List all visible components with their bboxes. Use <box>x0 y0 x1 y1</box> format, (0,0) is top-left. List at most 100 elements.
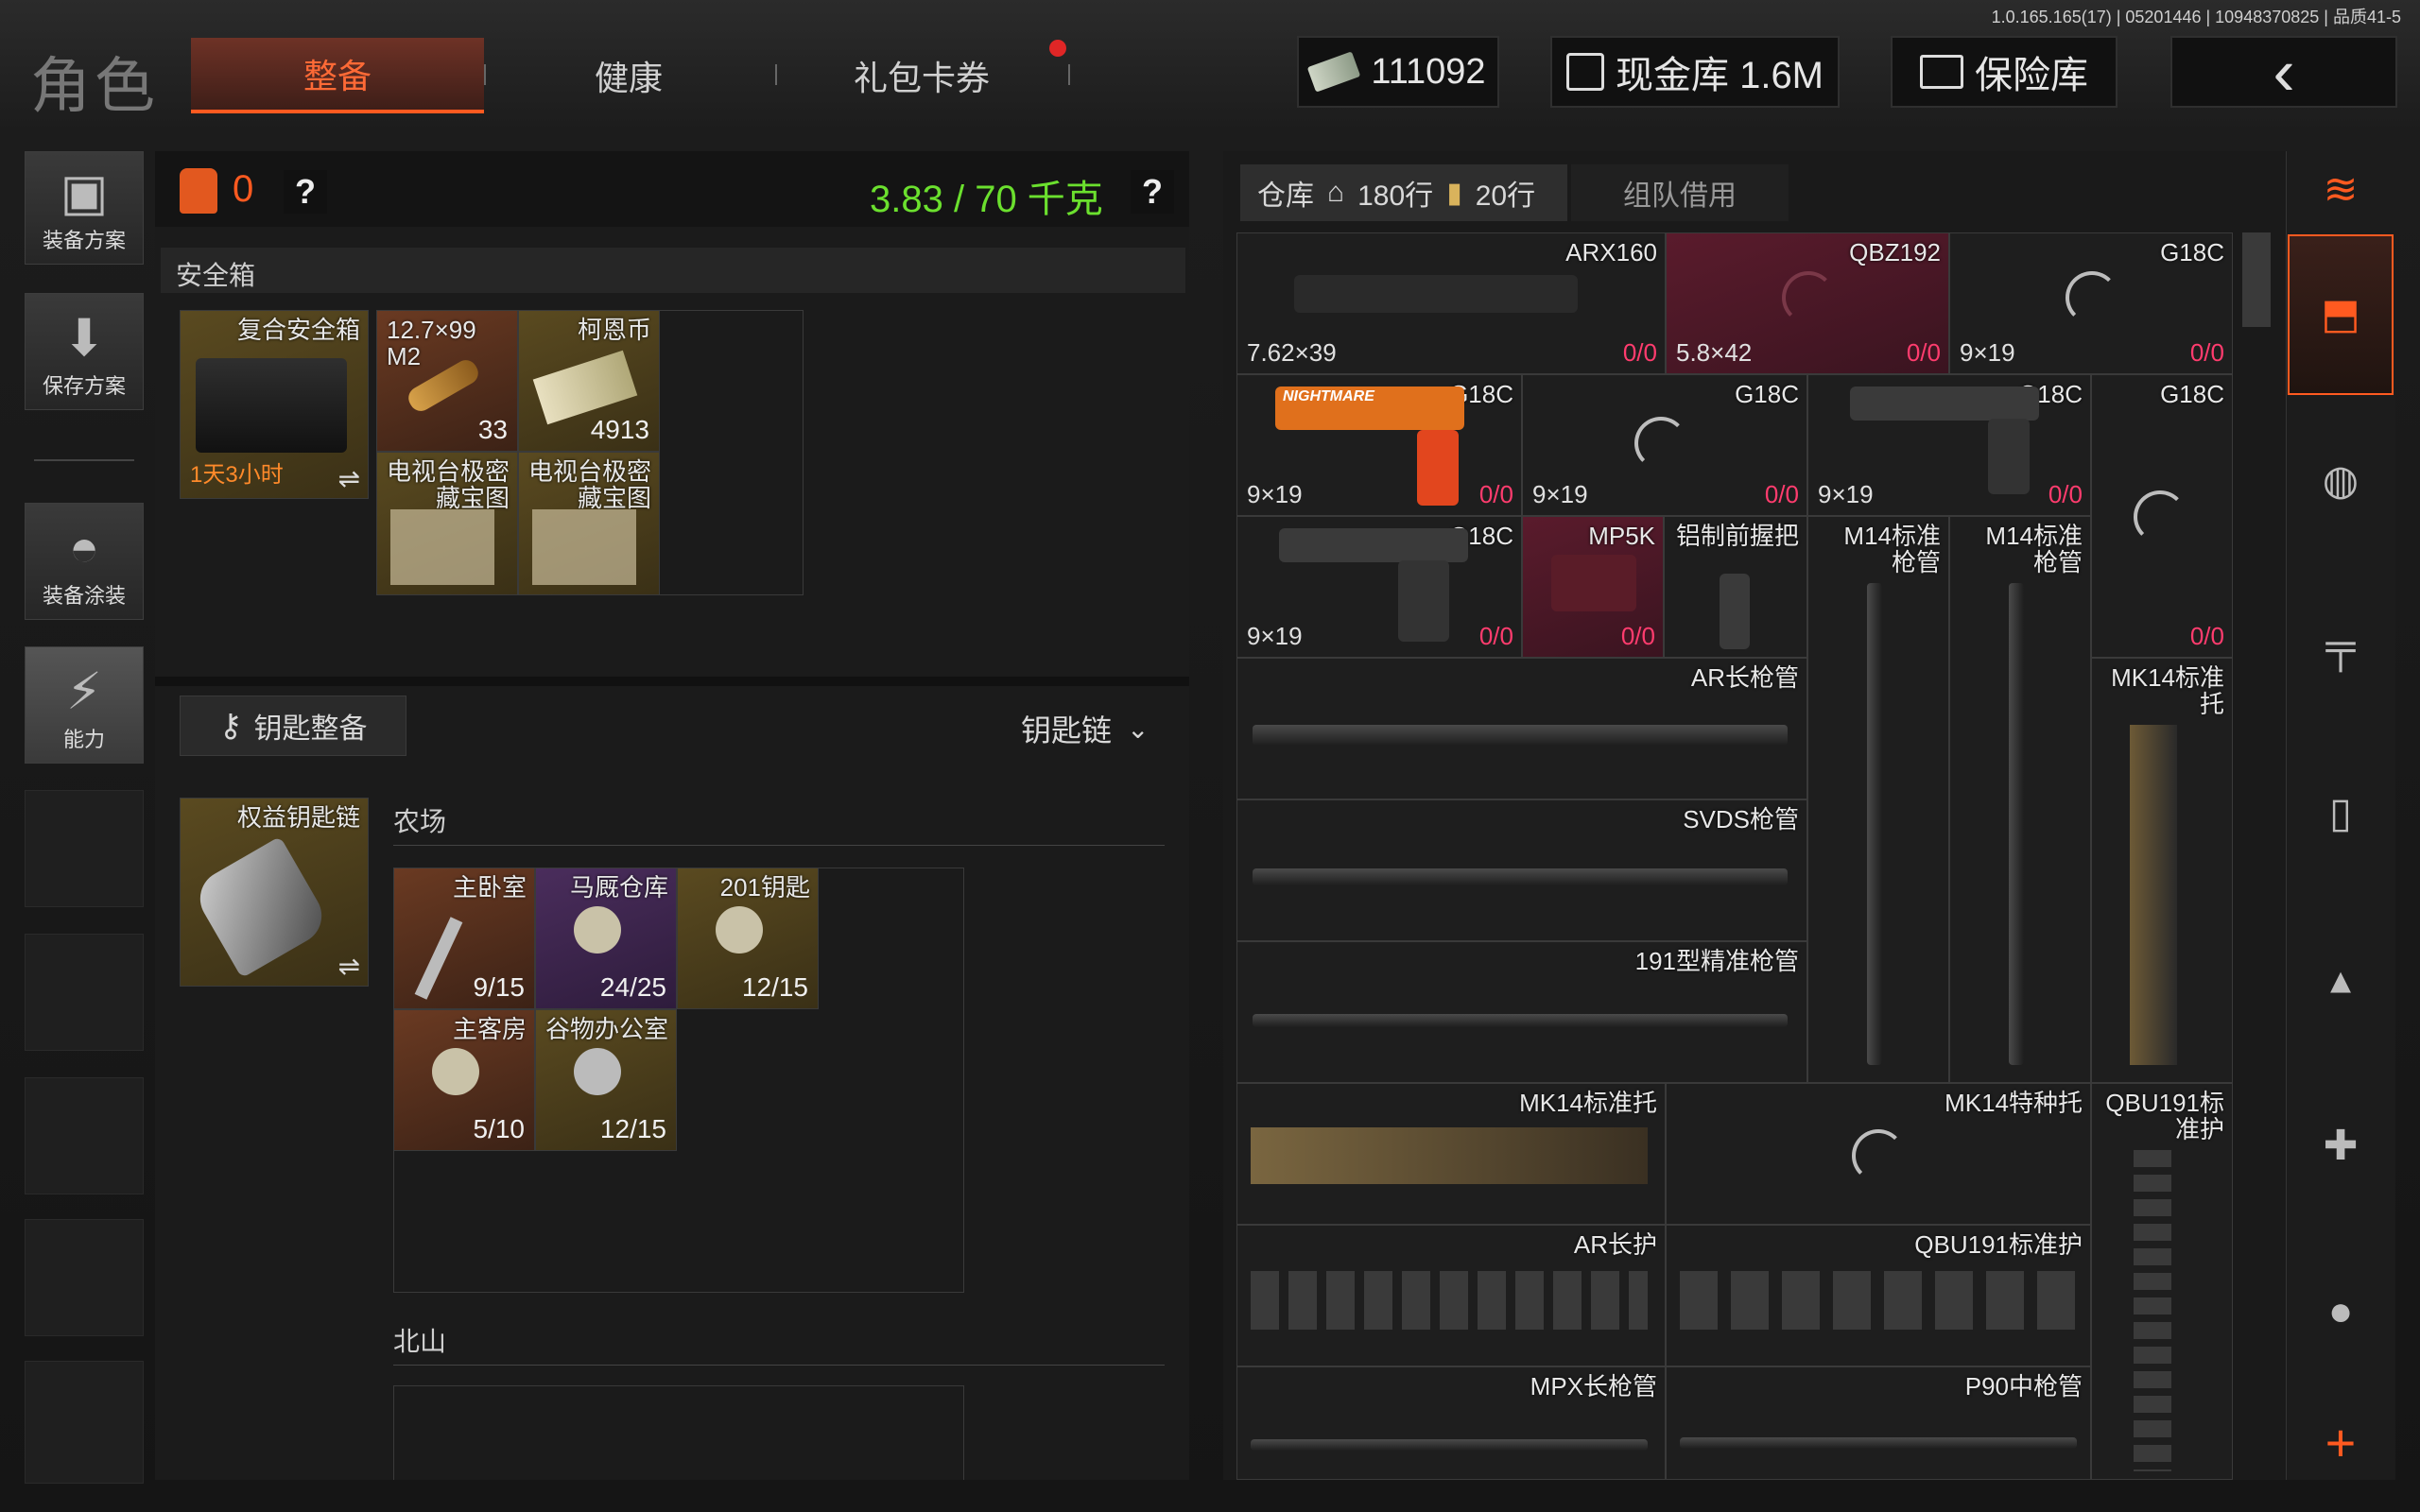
rail-save-plan[interactable]: ⬇ 保存方案 <box>25 293 144 410</box>
safe-item-map[interactable]: 电视台极密藏宝图 <box>518 452 660 595</box>
scrollbar-thumb[interactable] <box>2242 232 2271 327</box>
item-g18c[interactable]: G18C 9×19 0/0 <box>1949 232 2233 374</box>
magazine-icon[interactable]: ▯ <box>2312 784 2369 841</box>
item-name: AR长枪管 <box>1690 663 1799 692</box>
key-loadout-button[interactable]: ⚷ 钥匙整备 <box>180 696 406 756</box>
item-mpx-long-barrel[interactable]: MPX长枪管 <box>1236 1366 1666 1480</box>
loading-spinner <box>2134 490 2187 543</box>
safe-box-header <box>161 248 1185 293</box>
item-191-precision-barrel[interactable]: 191型精准枪管 <box>1236 941 1807 1083</box>
item-mp5k[interactable]: MP5K 0/0 <box>1522 516 1664 658</box>
safe-item-ammo[interactable]: 12.7×99 M2 33 <box>376 310 518 452</box>
key-slot[interactable]: 主卧室 9/15 <box>393 868 535 1009</box>
key-icon <box>432 1048 479 1095</box>
team-borrow-tab[interactable]: 组队借用 <box>1571 164 1789 221</box>
add-icon[interactable]: + <box>2312 1413 2369 1472</box>
rail-label: 装备涂装 <box>42 584 126 608</box>
page-title: 角色 <box>30 52 159 120</box>
grenade-icon[interactable]: ● <box>2312 1283 2369 1340</box>
item-svds-barrel[interactable]: SVDS枪管 <box>1236 799 1807 941</box>
pistol-grip <box>1398 560 1449 642</box>
item-name: G18C <box>1735 380 1799 408</box>
keychain-dropdown[interactable]: 钥匙链 ⌄ <box>1021 707 1149 750</box>
key-uses: 12/15 <box>599 1114 666 1143</box>
item-count: 4913 <box>590 415 649 444</box>
rail-empty-slot <box>25 1219 144 1336</box>
currency-display: 111092 <box>1297 36 1499 108</box>
item-caliber: 9×19 <box>1818 480 1874 508</box>
rifle-icon[interactable]: ╤ <box>2312 618 2369 675</box>
rail-equipment-skins[interactable]: ◓ 装备涂装 <box>25 503 144 620</box>
key-slot[interactable]: 201钥匙 12/15 <box>677 868 819 1009</box>
handguard-icon <box>1251 1271 1648 1330</box>
item-caliber: 5.8×42 <box>1676 338 1753 367</box>
keychain-slot[interactable]: 权益钥匙链 ⇌ <box>180 798 369 987</box>
safe-item-map[interactable]: 电视台极密藏宝图 <box>376 452 518 595</box>
swap-icon[interactable]: ⇌ <box>338 951 360 982</box>
ammo-row-count: 20行 <box>1475 180 1536 212</box>
chevron-down-icon: ⌄ <box>1127 713 1150 744</box>
safe-box-slot[interactable]: 复合安全箱 1天3小时 ⇌ <box>180 310 369 499</box>
item-caliber: 9×19 <box>1247 622 1303 650</box>
item-arx160[interactable]: ARX160 7.62×39 0/0 <box>1236 232 1666 374</box>
weight-help-button[interactable]: ? <box>1131 170 1174 214</box>
armor-icon <box>180 168 217 214</box>
item-qbu191-guard[interactable]: QBU191标准护 <box>1666 1225 2091 1366</box>
loading-spinner <box>2066 271 2118 324</box>
item-name: P90中枪管 <box>1964 1372 2083 1400</box>
loading-spinner <box>1852 1129 1905 1182</box>
safe-vault-button[interactable]: 保险库 <box>1891 36 2118 108</box>
cash-vault-label: 现金库 1.6M <box>1615 55 1824 96</box>
item-g18c[interactable]: G18C 9×19 0/0 <box>1807 374 2091 516</box>
item-mk14-stock[interactable]: MK14标准托 <box>2091 658 2233 1083</box>
safe-item-coin[interactable]: 柯恩币 4913 <box>518 310 660 452</box>
helmet-icon: ◓ <box>68 520 100 576</box>
sort-stack-icon[interactable]: ≋ <box>2312 161 2369 217</box>
cash-vault-button[interactable]: 现金库 1.6M <box>1550 36 1840 108</box>
item-aluminum-grip[interactable]: 铝制前握把 <box>1664 516 1807 658</box>
rail-ability[interactable]: ⚡ 能力 <box>25 646 144 764</box>
help-button[interactable]: ? <box>284 170 327 214</box>
item-g18c[interactable]: G18C 9×19 0/0 <box>1522 374 1807 516</box>
tab-gift-vouchers[interactable]: 礼包卡券 <box>785 38 1059 113</box>
section-divider <box>155 677 1189 686</box>
key-loadout-label: 钥匙整备 <box>253 713 368 745</box>
swap-icon[interactable]: ⇌ <box>338 463 360 494</box>
item-name: 12.7×99 M2 <box>387 316 476 370</box>
item-mk14-special-stock[interactable]: MK14特种托 <box>1666 1083 2091 1225</box>
rail-loadout-plans[interactable]: ▣ 装备方案 <box>25 151 144 265</box>
item-ar-long-guard[interactable]: AR长护 <box>1236 1225 1666 1366</box>
item-name: SVDS枪管 <box>1683 805 1799 833</box>
item-name: M14标准枪管 <box>1985 522 2083 576</box>
north-title: 北山 <box>393 1327 447 1356</box>
item-qbu191-guard[interactable]: QBU191标准护 <box>2091 1083 2233 1480</box>
item-m14-barrel[interactable]: M14标准枪管 <box>1949 516 2091 1083</box>
item-g18c[interactable]: G18C 9×19 0/0 <box>1236 516 1522 658</box>
key-slot[interactable]: 谷物办公室 12/15 <box>535 1009 677 1151</box>
bullet-icon[interactable]: ▴ <box>2312 951 2369 1007</box>
vest-icon[interactable]: ◍ <box>2312 452 2369 508</box>
item-ar-long-barrel[interactable]: AR长枪管 <box>1236 658 1807 799</box>
key-slot[interactable]: 主客房 5/10 <box>393 1009 535 1151</box>
safe-vault-label: 保险库 <box>1975 55 2088 96</box>
item-name: 柯恩币 <box>577 316 651 344</box>
warehouse-tab[interactable]: 仓库 ⌂ 180行 ▮ 20行 <box>1240 164 1567 221</box>
barrel-icon <box>1253 1014 1788 1027</box>
ammo-icon: ▮ <box>1446 177 1462 209</box>
key-slot[interactable]: 马厩仓库 24/25 <box>535 868 677 1009</box>
item-mk14-stock[interactable]: MK14标准托 <box>1236 1083 1666 1225</box>
keychain-icon <box>189 835 333 979</box>
medkit-icon[interactable]: ✚ <box>2312 1117 2369 1174</box>
tab-health[interactable]: 健康 <box>492 38 766 113</box>
item-durability: 0/0 <box>2189 338 2224 367</box>
item-m14-barrel[interactable]: M14标准枪管 <box>1807 516 1949 1083</box>
item-p90-mid-barrel[interactable]: P90中枪管 <box>1666 1366 2091 1480</box>
item-g18c[interactable]: G18C 0/0 <box>2091 374 2233 658</box>
item-qbz192[interactable]: QBZ192 5.8×42 0/0 <box>1666 232 1949 374</box>
handguard-icon <box>2134 1150 2171 1471</box>
back-button[interactable]: ‹ <box>2170 35 2397 109</box>
item-durability: 0/0 <box>1478 622 1513 650</box>
tab-equipment[interactable]: 整备 <box>191 38 484 113</box>
item-caliber: 9×19 <box>1247 480 1303 508</box>
item-g18c-nightmare[interactable]: G18C NIGHTMARE 9×19 0/0 <box>1236 374 1522 516</box>
